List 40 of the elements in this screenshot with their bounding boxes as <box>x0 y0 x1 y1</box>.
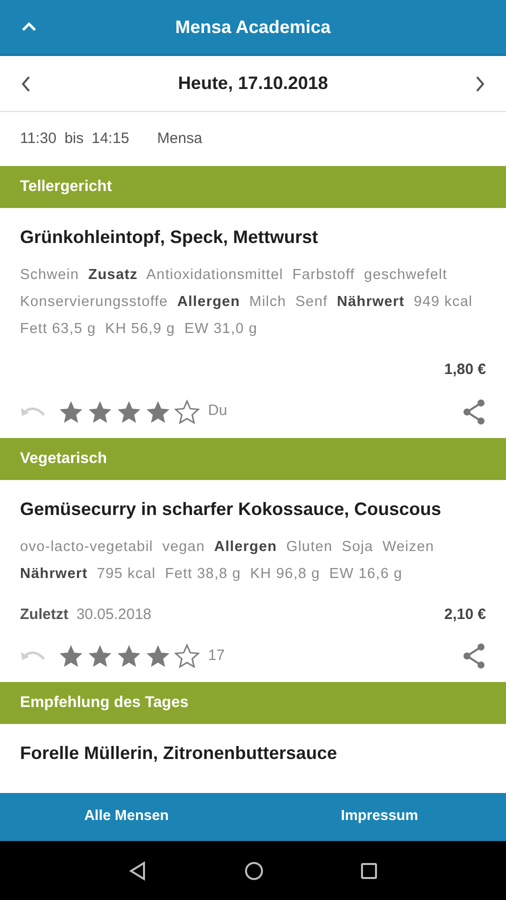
star-icon[interactable] <box>87 398 113 424</box>
star-icon[interactable] <box>116 398 142 424</box>
star-icon[interactable] <box>87 643 113 669</box>
date-label: Heute, 17.10.2018 <box>178 72 328 95</box>
chevron-left-icon[interactable] <box>20 74 32 92</box>
time-separator: bis <box>64 128 84 149</box>
chevron-up-icon[interactable] <box>21 21 37 33</box>
last-served-label: Zuletzt <box>20 604 68 624</box>
bottom-nav-button[interactable]: Alle Mensen <box>0 793 253 841</box>
meal-price: 1,80 € <box>444 360 486 380</box>
star-outline-icon[interactable] <box>174 398 200 424</box>
section-header: Tellergericht <box>0 166 506 208</box>
closing-time: 14:15 <box>92 128 130 149</box>
star-icon[interactable] <box>116 643 142 669</box>
location-label: Mensa <box>157 128 202 149</box>
star-icon[interactable] <box>58 643 84 669</box>
opening-time: 11:30 <box>20 128 56 149</box>
section-header: Empfehlung des Tages <box>0 682 506 724</box>
star-outline-icon[interactable] <box>174 643 200 669</box>
rating-label: 17 <box>208 646 225 666</box>
app-title: Mensa Academica <box>175 16 331 38</box>
back-icon[interactable] <box>128 860 148 880</box>
last-served-date: 30.05.2018 <box>76 604 152 624</box>
star-icon[interactable] <box>145 643 171 669</box>
meal-name: Gemüsecurry in scharfer Kokossauce, Couscous <box>20 498 442 521</box>
star-icon[interactable] <box>145 398 171 424</box>
recents-icon[interactable] <box>360 862 378 880</box>
star-icon[interactable] <box>58 398 84 424</box>
meal-name: Forelle Müllerin, Zitronenbuttersauce <box>20 742 338 765</box>
meal-details: Schwein Zusatz Antioxidationsmittel Farbstoff geschwefelt Konservierungsstoffe Allergen Milch Senf Nährwert 949 kcal Fett 63,5 g KH 56,9 g EW 31,0 g <box>20 266 474 339</box>
bottom-nav-button[interactable]: Impressum <box>253 793 506 841</box>
meal-name: Grünkohleintopf, Speck, Mettwurst <box>20 226 320 249</box>
share-icon[interactable] <box>462 398 486 424</box>
meal-price: 2,10 € <box>444 604 486 624</box>
home-icon[interactable] <box>244 860 264 880</box>
chevron-right-icon[interactable] <box>474 74 486 92</box>
share-icon[interactable] <box>462 643 486 669</box>
section-header: Vegetarisch <box>0 438 506 480</box>
meal-details: ovo-lacto-vegetabil vegan Allergen Gluten Soja Weizen Nährwert 795 kcal Fett 38,8 g KH 96,8 g EW 16,6 g <box>20 538 436 584</box>
rating-label: Du <box>208 401 228 422</box>
